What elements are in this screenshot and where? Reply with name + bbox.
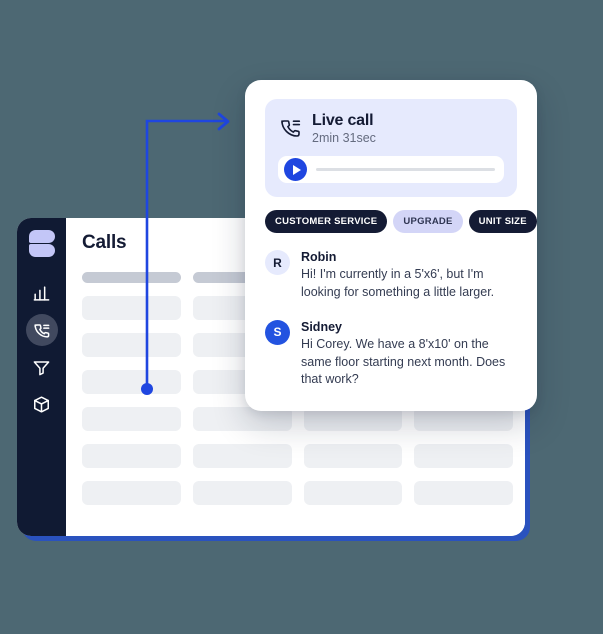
sidebar-item-calls[interactable] <box>25 314 58 346</box>
sidebar-item-filters[interactable] <box>26 351 58 383</box>
storable-logo[interactable] <box>28 230 55 257</box>
table-row[interactable] <box>82 481 181 505</box>
table-row[interactable] <box>82 333 181 357</box>
message-author: Robin <box>301 250 337 265</box>
app-sidebar <box>17 218 66 536</box>
sidebar-item-units[interactable] <box>26 388 58 420</box>
bar-chart-icon <box>32 284 51 303</box>
logo-bar-bottom <box>28 244 55 257</box>
message-author: Sidney <box>301 319 342 334</box>
phone-call-icon <box>278 116 302 145</box>
box-cube-icon <box>32 395 51 414</box>
table-row[interactable] <box>414 444 513 468</box>
message-body: Robin Hi! I'm currently in a 5'x6', but I… <box>301 250 517 302</box>
table-row[interactable] <box>82 370 181 394</box>
live-call-header: Live call 2min 31sec <box>278 112 504 145</box>
call-tag-list: CUSTOMER SERVICE UPGRADE UNIT SIZE <box>265 210 537 234</box>
table-row[interactable] <box>192 481 292 505</box>
live-call-detail-panel: Live call 2min 31sec CUSTOMER SERVICE UPG… <box>245 80 537 412</box>
avatar: S <box>265 319 290 345</box>
transcript-messages: R Robin Hi! I'm currently in a 5'x6', but … <box>265 250 517 389</box>
skeleton-column-header <box>82 272 181 283</box>
transcript-message: S Sidney Hi Corey. We have a 8'x10' on the… <box>265 319 517 389</box>
live-call-card: Live call 2min 31sec <box>265 99 517 198</box>
phone-call-icon <box>32 321 51 340</box>
live-call-duration: 2min 31sec <box>312 131 376 146</box>
call-tag[interactable]: UPGRADE <box>393 210 463 234</box>
table-row[interactable] <box>414 481 513 505</box>
funnel-filter-icon <box>32 358 51 377</box>
table-row[interactable] <box>82 407 181 431</box>
call-tag[interactable]: CUSTOMER SERVICE <box>265 210 388 234</box>
message-text: Hi Corey. We have a 8'x10' on the same f… <box>301 336 506 387</box>
illustration-stage: Calls Live call 2min 31sec CUSTOMER SERV… <box>0 0 603 634</box>
message-body: Sidney Hi Corey. We have a 8'x10' on the … <box>301 320 517 389</box>
message-text: Hi! I'm currently in a 5'x6', but I'm lo… <box>301 267 495 300</box>
live-call-text: Live call 2min 31sec <box>312 112 376 145</box>
skeleton-column <box>82 272 181 518</box>
play-triangle-icon <box>293 164 301 175</box>
progress-track[interactable] <box>316 168 495 172</box>
call-tag[interactable]: UNIT SIZE <box>468 210 537 234</box>
table-row[interactable] <box>82 444 181 468</box>
live-call-title: Live call <box>312 112 374 129</box>
sidebar-item-analytics[interactable] <box>26 277 58 309</box>
table-row[interactable] <box>303 444 403 468</box>
table-row[interactable] <box>82 296 181 320</box>
table-row[interactable] <box>303 481 403 505</box>
transcript-message: R Robin Hi! I'm currently in a 5'x6', but … <box>265 250 517 302</box>
audio-player <box>278 156 504 184</box>
avatar: R <box>265 250 290 276</box>
play-button[interactable] <box>284 158 307 182</box>
logo-bar-top <box>28 230 55 243</box>
table-row[interactable] <box>192 444 292 468</box>
